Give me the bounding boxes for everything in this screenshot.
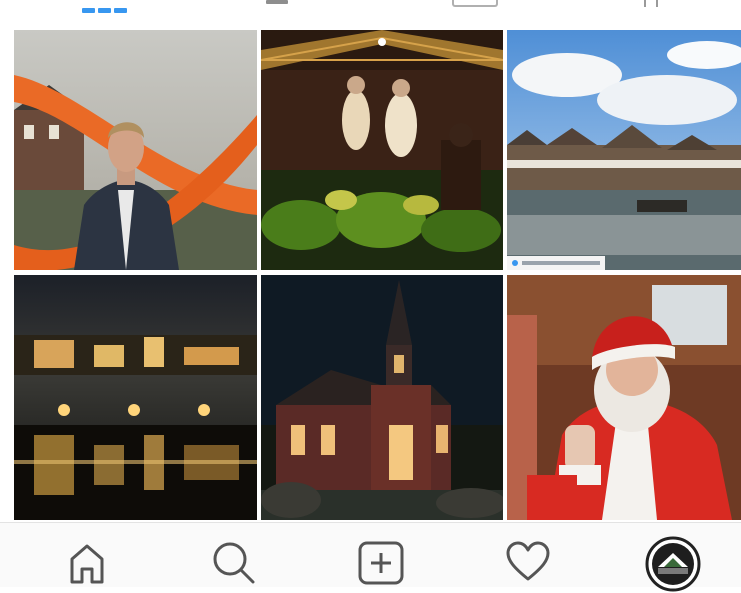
photo-lit-church-night	[261, 275, 503, 520]
photo-man-orange-slide	[14, 30, 257, 270]
post-thumbnail[interactable]	[507, 30, 741, 270]
heart-icon	[506, 541, 550, 581]
profile-button[interactable]	[644, 535, 702, 593]
grid-icon[interactable]	[82, 0, 130, 13]
photo-nativity-scene-lights	[261, 30, 503, 270]
post-grid	[14, 30, 741, 520]
photo-night-lights-reflection	[14, 275, 257, 520]
home-icon	[70, 544, 104, 584]
activity-button[interactable]	[503, 537, 553, 587]
profile-tab-strip	[0, 0, 741, 22]
instagram-tag-icon	[512, 260, 518, 266]
post-thumbnail[interactable]	[14, 275, 257, 520]
post-thumbnail[interactable]	[14, 30, 257, 270]
igtv-icon[interactable]	[452, 0, 498, 7]
list-icon[interactable]	[266, 0, 288, 4]
search-icon	[213, 542, 255, 584]
post-thumbnail[interactable]	[261, 275, 503, 520]
tagged-icon[interactable]	[640, 0, 662, 8]
post-thumbnail[interactable]	[507, 275, 741, 520]
home-button[interactable]	[62, 537, 112, 587]
photo-harbor-town-water	[507, 30, 741, 270]
profile-avatar	[645, 536, 701, 592]
add-post-button[interactable]	[356, 537, 406, 587]
bottom-nav	[0, 522, 741, 592]
post-thumbnail[interactable]	[261, 30, 503, 270]
add-post-icon	[358, 541, 404, 585]
photo-santa-waving	[507, 275, 741, 520]
search-button[interactable]	[208, 537, 258, 587]
